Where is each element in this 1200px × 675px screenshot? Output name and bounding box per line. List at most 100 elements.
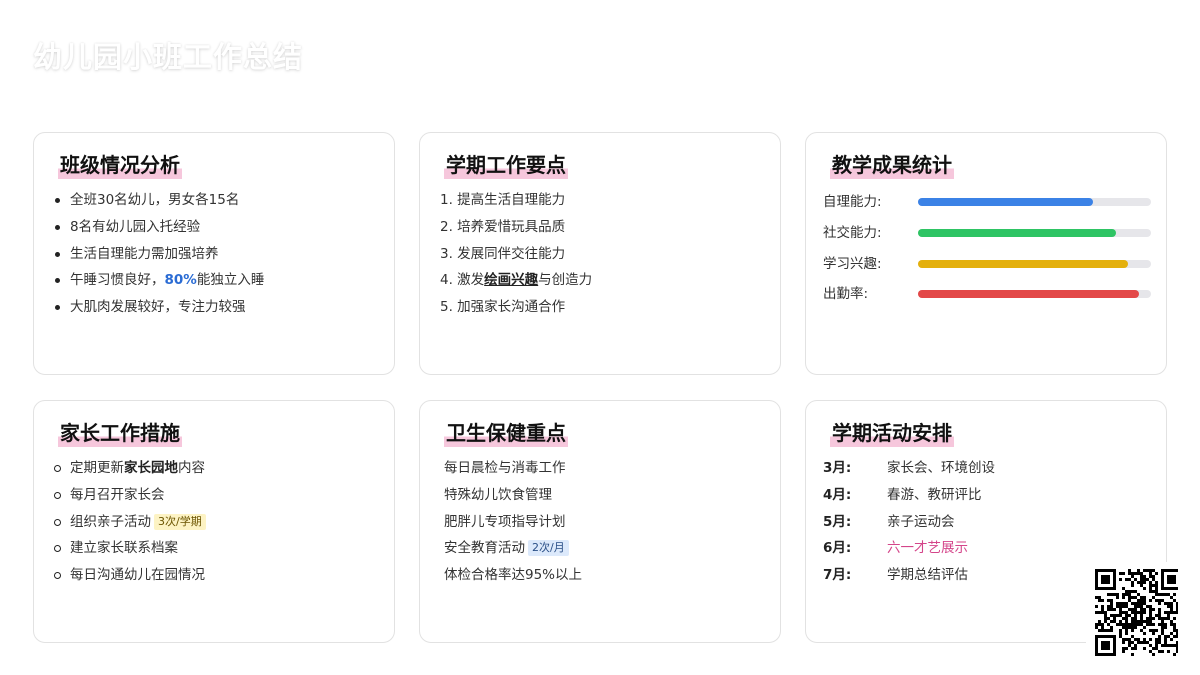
qr-module xyxy=(1164,626,1167,629)
qr-module xyxy=(1110,599,1113,602)
qr-module xyxy=(1140,599,1143,602)
qr-module xyxy=(1119,611,1122,614)
qr-module xyxy=(1149,638,1152,641)
qr-module xyxy=(1167,644,1170,647)
qr-module xyxy=(1122,650,1125,653)
progress-track xyxy=(918,198,1151,206)
list-item-text: 内容 xyxy=(178,460,205,476)
qr-module xyxy=(1158,638,1161,641)
list-item: 3. 发展同伴交往能力 xyxy=(440,245,566,262)
qr-module xyxy=(1140,596,1143,599)
qr-module xyxy=(1134,602,1137,605)
qr-module xyxy=(1170,644,1173,647)
qr-module xyxy=(1137,638,1140,641)
list-item: 定期更新家长园地内容 xyxy=(52,458,372,485)
qr-module xyxy=(1134,596,1137,599)
qr-code-icon xyxy=(1095,569,1182,656)
qr-module xyxy=(1134,614,1137,617)
qr-module xyxy=(1161,644,1164,647)
qr-module xyxy=(1095,605,1098,608)
qr-module xyxy=(1146,569,1149,572)
qr-module xyxy=(1140,629,1143,632)
qr-module xyxy=(1140,611,1143,614)
schedule-month: 3月: xyxy=(823,460,852,476)
qr-module xyxy=(1164,623,1167,626)
qr-module xyxy=(1167,614,1170,617)
qr-module xyxy=(1140,575,1143,578)
qr-module xyxy=(1170,602,1173,605)
qr-module xyxy=(1173,629,1176,632)
qr-module xyxy=(1143,626,1146,629)
qr-module xyxy=(1173,635,1176,638)
qr-module xyxy=(1095,626,1098,629)
schedule-event: 学期总结评估 xyxy=(887,567,968,584)
qr-module xyxy=(1158,593,1161,596)
list-item-text: 安全教育活动 xyxy=(444,540,525,557)
progress-fill xyxy=(918,229,1117,237)
progress-track xyxy=(918,260,1151,268)
qr-module xyxy=(1161,629,1164,632)
qr-module xyxy=(1143,632,1146,635)
progress-fill xyxy=(918,290,1140,298)
qr-module xyxy=(1152,608,1155,611)
qr-module xyxy=(1164,617,1167,620)
list-item-text: 与创造力 xyxy=(538,272,593,289)
qr-module xyxy=(1134,608,1137,611)
page: 幼儿园小班工作总结 班级情况分析 全班30名幼儿，男女各15名 8名有幼儿园入托… xyxy=(0,0,1200,675)
qr-module xyxy=(1143,641,1146,644)
qr-module xyxy=(1122,647,1125,650)
list-item: 5. 加强家长沟通合作 xyxy=(440,299,566,316)
qr-module xyxy=(1152,653,1155,656)
list-item: 8名有幼儿园入托经验 xyxy=(52,217,372,244)
qr-module xyxy=(1125,638,1128,641)
qr-module xyxy=(1116,614,1119,617)
card-results: 教学成果统计 自理能力: 社交能力: 学习兴趣: 出勤率: xyxy=(805,132,1167,375)
qr-module xyxy=(1116,596,1119,599)
qr-module xyxy=(1131,623,1134,626)
qr-module xyxy=(1167,575,1176,584)
card-title: 学期工作要点 xyxy=(444,151,568,179)
qr-module xyxy=(1107,605,1110,608)
qr-module xyxy=(1149,650,1152,653)
highlight-text: 家长园地 xyxy=(124,460,178,476)
qr-module xyxy=(1113,620,1116,623)
qr-module xyxy=(1131,611,1134,614)
qr-module xyxy=(1140,623,1143,626)
list-item: 4. 激发绘画兴趣与创造力 xyxy=(440,270,760,297)
qr-module xyxy=(1122,623,1125,626)
list-item: 体检合格率达95%以上 xyxy=(444,567,583,584)
schedule-row: 5月: 亲子运动会 xyxy=(823,512,1143,539)
list-item-text: 午睡习惯良好， xyxy=(70,272,165,289)
qr-module xyxy=(1140,617,1143,620)
list-item: 肥胖儿专项指导计划 xyxy=(444,513,566,530)
qr-module xyxy=(1101,629,1104,632)
qr-module xyxy=(1149,605,1152,608)
qr-module xyxy=(1164,593,1167,596)
qr-module xyxy=(1134,611,1137,614)
qr-module xyxy=(1095,623,1098,626)
qr-module xyxy=(1098,611,1101,614)
qr-module xyxy=(1125,614,1128,617)
qr-module xyxy=(1137,569,1140,572)
qr-module xyxy=(1167,593,1170,596)
schedule-event: 家长会、环境创设 xyxy=(887,460,995,476)
card-title: 教学成果统计 xyxy=(830,151,954,179)
qr-module xyxy=(1113,614,1116,617)
qr-module xyxy=(1176,629,1179,632)
qr-module xyxy=(1128,623,1131,626)
qr-module xyxy=(1167,605,1170,608)
progress-track xyxy=(918,290,1151,298)
qr-module xyxy=(1143,596,1146,599)
qr-module xyxy=(1113,617,1116,620)
schedule-month: 7月: xyxy=(823,567,852,584)
qr-module xyxy=(1161,623,1164,626)
qr-module xyxy=(1170,608,1173,611)
qr-module xyxy=(1110,629,1113,632)
qr-module xyxy=(1125,617,1128,620)
qr-module xyxy=(1152,632,1155,635)
qr-module xyxy=(1149,584,1152,587)
qr-module xyxy=(1122,572,1125,575)
qr-module xyxy=(1137,611,1140,614)
qr-module xyxy=(1155,614,1158,617)
qr-module xyxy=(1173,593,1176,596)
